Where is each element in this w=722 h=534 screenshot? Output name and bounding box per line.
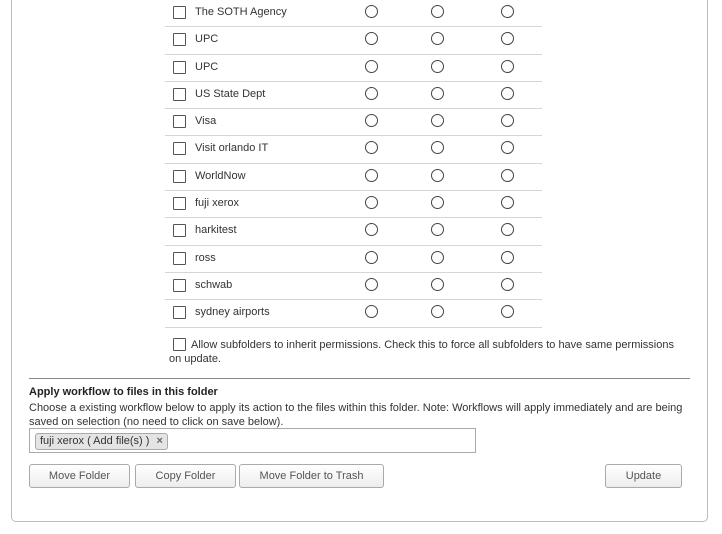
group-checkbox[interactable]	[173, 224, 186, 238]
permission-radio-1[interactable]	[365, 305, 378, 319]
group-checkbox[interactable]	[173, 87, 186, 101]
permission-radio-1[interactable]	[365, 59, 378, 73]
group-label: Visit orlando IT	[195, 142, 269, 155]
close-icon[interactable]: ×	[156, 434, 162, 449]
permission-radio-3[interactable]	[501, 59, 514, 73]
permission-radio-2[interactable]	[431, 5, 444, 18]
group-label: fuji xerox	[195, 197, 240, 210]
inherit-permissions-option: Allow subfolders to inherit permissions.…	[169, 338, 681, 366]
permission-row: US State Dept	[165, 82, 542, 110]
group-label: UPC	[195, 60, 219, 73]
permission-row: Visa	[165, 109, 542, 137]
group-label: harkitest	[195, 224, 237, 237]
permission-radio-3[interactable]	[501, 305, 514, 319]
group-checkbox[interactable]	[173, 278, 186, 292]
permission-radio-3[interactable]	[501, 223, 514, 237]
group-checkbox[interactable]	[173, 251, 186, 265]
permission-radio-1[interactable]	[365, 114, 378, 128]
move-to-trash-button[interactable]: Move Folder to Trash	[239, 464, 384, 488]
permission-radio-2[interactable]	[431, 250, 444, 264]
permission-radio-1[interactable]	[365, 223, 378, 237]
permission-radio-1[interactable]	[365, 5, 378, 18]
group-label: sydney airports	[195, 306, 270, 319]
group-label: UPC	[195, 33, 219, 46]
permission-radio-2[interactable]	[431, 305, 444, 319]
group-label: ross	[195, 251, 216, 264]
permission-radio-2[interactable]	[431, 168, 444, 182]
permission-row: fuji xerox	[165, 191, 542, 219]
permission-radio-1[interactable]	[365, 277, 378, 291]
copy-folder-button[interactable]: Copy Folder	[135, 464, 236, 488]
permission-row: WorldNow	[165, 164, 542, 192]
section-divider	[29, 378, 690, 379]
workflow-token: fuji xerox ( Add file(s) ) ×	[35, 433, 168, 450]
permission-row: harkitest	[165, 218, 542, 246]
permission-radio-1[interactable]	[365, 250, 378, 264]
inherit-permissions-label: Allow subfolders to inherit permissions.…	[169, 339, 674, 365]
permission-radio-2[interactable]	[431, 32, 444, 46]
permission-radio-3[interactable]	[501, 86, 514, 100]
group-checkbox[interactable]	[173, 33, 186, 47]
permission-radio-2[interactable]	[431, 141, 444, 155]
permission-radio-2[interactable]	[431, 277, 444, 291]
group-label: schwab	[195, 278, 233, 291]
permission-radio-2[interactable]	[431, 114, 444, 128]
permission-row: The SOTH Agency	[165, 0, 542, 28]
group-label: The SOTH Agency	[195, 6, 287, 18]
permission-row: UPC	[165, 55, 542, 82]
workflow-description: Choose a existing workflow below to appl…	[29, 402, 683, 428]
group-checkbox[interactable]	[173, 142, 186, 156]
permission-radio-3[interactable]	[501, 5, 514, 18]
group-label: WorldNow	[195, 169, 246, 182]
permission-row: ross	[165, 246, 542, 273]
permission-radio-2[interactable]	[431, 86, 444, 100]
group-checkbox[interactable]	[173, 306, 186, 320]
workflow-token-label: fuji xerox ( Add file(s) )	[40, 435, 150, 447]
workflow-heading: Apply workflow to files in this folder	[29, 386, 218, 398]
group-checkbox[interactable]	[173, 169, 186, 183]
permission-radio-2[interactable]	[431, 223, 444, 237]
permission-radio-3[interactable]	[501, 196, 514, 210]
permission-row: schwab	[165, 273, 542, 301]
permission-radio-3[interactable]	[501, 168, 514, 182]
permission-radio-3[interactable]	[501, 32, 514, 46]
permission-radio-1[interactable]	[365, 168, 378, 182]
move-folder-button[interactable]: Move Folder	[29, 464, 130, 488]
group-label: US State Dept	[195, 87, 266, 100]
permission-radio-3[interactable]	[501, 114, 514, 128]
permission-row: Visit orlando IT	[165, 136, 542, 164]
permission-radio-1[interactable]	[365, 32, 378, 46]
permission-radio-1[interactable]	[365, 196, 378, 210]
permissions-table: The SOTH Agency UPC UPC US State Dept Vi…	[165, 0, 542, 328]
group-label: Visa	[195, 115, 217, 128]
workflow-select-input[interactable]: fuji xerox ( Add file(s) ) ×	[29, 428, 476, 453]
group-checkbox[interactable]	[173, 115, 186, 129]
permission-radio-1[interactable]	[365, 141, 378, 155]
permission-radio-3[interactable]	[501, 250, 514, 264]
permission-radio-2[interactable]	[431, 59, 444, 73]
permission-radio-2[interactable]	[431, 196, 444, 210]
permission-radio-1[interactable]	[365, 86, 378, 100]
permission-radio-3[interactable]	[501, 277, 514, 291]
group-checkbox[interactable]	[173, 60, 186, 74]
permission-row: sydney airports	[165, 300, 542, 328]
group-checkbox[interactable]	[173, 197, 186, 211]
group-checkbox[interactable]	[173, 6, 186, 19]
permission-radio-3[interactable]	[501, 141, 514, 155]
update-button[interactable]: Update	[605, 464, 682, 488]
inherit-permissions-checkbox[interactable]	[173, 338, 186, 351]
permission-row: UPC	[165, 27, 542, 55]
